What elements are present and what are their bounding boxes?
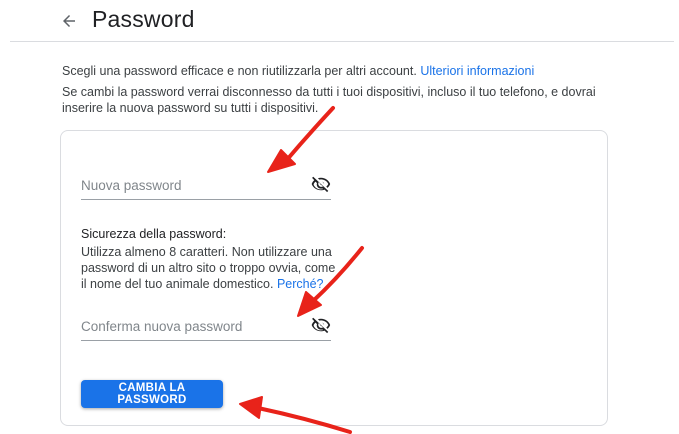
change-password-button[interactable]: CAMBIA LA PASSWORD [81,380,223,408]
intro-paragraph: Scegli una password efficace e non riuti… [62,63,622,79]
new-password-input[interactable] [81,175,296,195]
page-title: Password [92,6,195,32]
why-link[interactable]: Perché? [277,277,324,291]
signout-warning: Se cambi la password verrai disconnesso … [62,85,596,115]
strength-title: Sicurezza della password: [81,227,227,241]
page-header: Password [0,0,679,42]
new-password-field [81,171,331,200]
learn-more-link[interactable]: Ulteriori informazioni [420,64,534,78]
confirm-password-field [81,312,331,341]
back-button[interactable] [58,10,80,32]
intro-text: Scegli una password efficace e non riuti… [62,64,417,78]
eye-off-icon[interactable] [311,315,331,335]
strength-description: Utilizza almeno 8 caratteri. Non utilizz… [81,244,341,292]
password-form-card: Sicurezza della password: Utilizza almen… [60,130,608,426]
confirm-password-input[interactable] [81,316,296,336]
eye-off-icon[interactable] [311,174,331,194]
arrow-left-icon [63,15,75,27]
header-divider [10,41,674,42]
